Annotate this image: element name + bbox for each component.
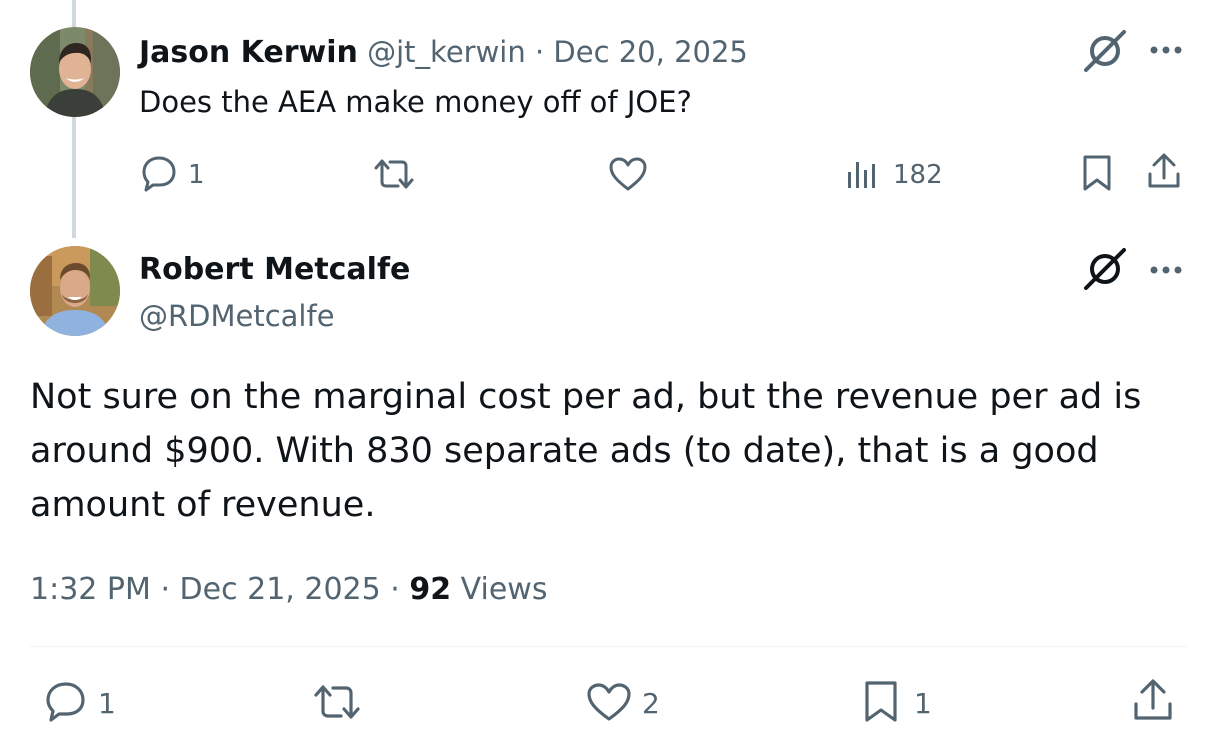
views-chart-icon[interactable] [846, 158, 880, 190]
more-options-icon[interactable] [1148, 44, 1188, 56]
retweet-icon[interactable] [312, 682, 362, 722]
bookmark-icon[interactable] [1080, 154, 1114, 192]
reply-icon[interactable] [140, 154, 178, 192]
views-number: 92 [409, 572, 452, 607]
tweet-time[interactable]: 1:32 PM [30, 572, 151, 607]
parent-tweet-text: Does the AEA make money off of JOE? [139, 85, 692, 119]
retweet-icon[interactable] [372, 156, 416, 192]
avatar-jason-kerwin[interactable] [30, 27, 120, 117]
parent-author-handle[interactable]: @jt_kerwin [367, 35, 526, 69]
share-icon[interactable] [1132, 678, 1174, 722]
main-reply-count: 1 [98, 687, 116, 720]
parent-tweet-header: Jason Kerwin @jt_kerwin · Dec 20, 2025 [139, 32, 748, 73]
bookmark-icon[interactable] [862, 680, 900, 724]
heart-icon[interactable] [586, 682, 632, 722]
timestamp-separator: · [160, 572, 170, 607]
grok-icon[interactable] [1082, 246, 1128, 292]
tweet-timestamp: 1:32 PM · Dec 21, 2025 · 92 Views [30, 570, 547, 610]
parent-tweet-date[interactable]: Dec 20, 2025 [553, 35, 747, 69]
parent-reply-count: 1 [188, 160, 205, 190]
parent-author-name[interactable]: Jason Kerwin [139, 35, 358, 70]
share-icon[interactable] [1146, 152, 1182, 190]
reply-icon[interactable] [44, 680, 88, 722]
heart-icon[interactable] [608, 156, 648, 192]
tweet-date[interactable]: Dec 21, 2025 [180, 572, 381, 607]
main-like-count: 2 [642, 687, 660, 720]
main-tweet-text: Not sure on the marginal cost per ad, bu… [30, 377, 1142, 525]
main-author-name[interactable]: Robert Metcalfe [139, 250, 410, 290]
main-author-handle[interactable]: @RDMetcalfe [139, 296, 335, 336]
grok-icon[interactable] [1082, 28, 1128, 74]
main-bookmark-count: 1 [914, 687, 932, 720]
avatar-robert-metcalfe[interactable] [30, 246, 120, 336]
parent-views-count: 182 [893, 160, 943, 190]
header-separator: · [534, 35, 545, 69]
views-label: Views [460, 572, 548, 607]
more-options-icon[interactable] [1148, 264, 1188, 276]
divider [30, 646, 1187, 647]
timestamp-separator: · [390, 572, 400, 607]
